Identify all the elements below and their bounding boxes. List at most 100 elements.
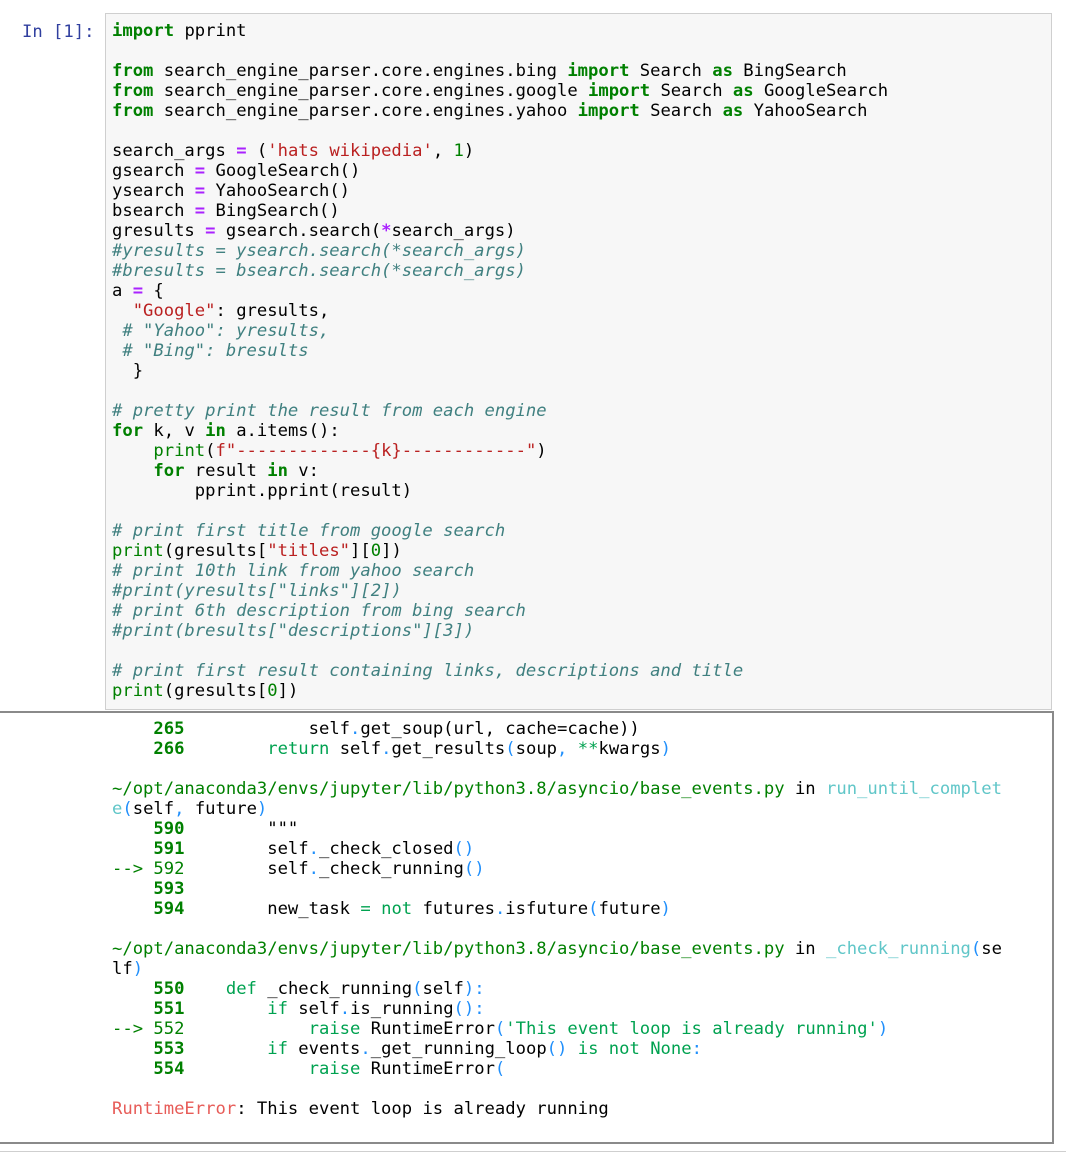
code-token: #bresults = bsearch.search(*search_args) [112, 261, 526, 281]
code-token: print [153, 441, 206, 461]
code-token: None [650, 1039, 692, 1059]
code-token: import [577, 101, 640, 121]
code-token: pprint [174, 21, 247, 41]
code-token: as [712, 61, 733, 81]
input-prompt: In [1]: [22, 22, 95, 42]
traceback-line: 591 self._check_closed() [112, 839, 1002, 859]
code-token: 'This event loop is already running' [505, 1019, 878, 1039]
code-line: from search_engine_parser.core.engines.g… [112, 81, 888, 101]
code-token: , [432, 141, 454, 161]
code-token: . [339, 999, 351, 1019]
code-token: ( [246, 141, 268, 161]
code-token: as [732, 81, 754, 101]
code-token: new_task [184, 899, 361, 919]
code-token: f"-------------{k}------------" [215, 441, 537, 461]
code-token: ]) [381, 541, 402, 561]
code-token: future [598, 899, 661, 919]
code-token: _check_closed [319, 839, 454, 859]
code-token: ( [588, 899, 599, 919]
code-line: print(f"-------------{k}------------") [112, 441, 888, 461]
code-token: gsearch.search( [215, 221, 382, 241]
code-line: print(gresults["titles"][0]) [112, 541, 888, 561]
code-token: raise [308, 1019, 361, 1039]
traceback-line: 266 return self.get_results(soup, **kwar… [112, 739, 1002, 759]
code-token: 266 [153, 739, 185, 759]
code-token: ( [505, 739, 516, 759]
traceback-line: lf) [112, 959, 1002, 979]
code-token: ) [132, 959, 144, 979]
code-token: _check_running [319, 859, 464, 879]
code-token: _check_running [256, 979, 413, 999]
code-line: search_args = ('hats wikipedia', 1) [112, 141, 888, 161]
code-token: from [112, 61, 154, 81]
code-token: . [381, 739, 392, 759]
code-line: } [112, 361, 888, 381]
code-token: self [422, 979, 464, 999]
code-token: ) [877, 1019, 889, 1039]
code-token: print [112, 681, 164, 701]
code-token: = [360, 899, 371, 919]
code-token: ][ [350, 541, 371, 561]
code-token: #print(bresults["descriptions"][3]) [112, 621, 475, 641]
code-token: def [225, 979, 257, 999]
traceback-line: 553 if events._get_running_loop() is not… [112, 1039, 1002, 1059]
code-token: ( [122, 799, 133, 819]
code-token: self [184, 859, 309, 879]
code-token: : gresults, [215, 301, 330, 321]
code-token: import [567, 61, 630, 81]
code-token: = [132, 281, 144, 301]
code-line: # print 10th link from yahoo search [112, 561, 888, 581]
code-token: is_running [350, 999, 454, 1019]
code-token: --> [112, 1019, 154, 1039]
code-token: 'hats wikipedia' [267, 141, 433, 161]
code-token: 593 [153, 879, 185, 899]
code-token: YahooSearch [743, 101, 868, 121]
code-token: pprint(result) [267, 481, 413, 501]
code-token: # print 10th link from yahoo search [112, 561, 475, 581]
code-token: . [360, 1039, 371, 1059]
code-token: . [494, 899, 506, 919]
code-token: not [608, 1039, 640, 1059]
code-token: Search [639, 101, 723, 121]
code-token: 594 [153, 899, 185, 919]
code-token: ]) [277, 681, 299, 701]
code-editor[interactable]: import pprint ​ from search_engine_parser.… [112, 21, 888, 701]
code-token: 550 [153, 979, 185, 999]
code-token: #yresults = ysearch.search(*search_args) [112, 241, 526, 261]
code-line: import pprint [112, 21, 888, 41]
traceback-line: e(self, future) [112, 799, 1002, 819]
code-token: a [225, 421, 247, 441]
code-token: BingSearch [732, 61, 847, 81]
code-token: 590 [153, 819, 185, 839]
code-token: for [112, 421, 144, 441]
code-token: _get_running_loop [370, 1039, 547, 1059]
code-token: lf [112, 959, 133, 979]
code-token: ) [660, 739, 671, 759]
code-line: ​ [112, 381, 888, 401]
code-token: future [184, 799, 257, 819]
code-token: items(): [256, 421, 340, 441]
code-token: search_engine_parser.core.engines.bing [153, 61, 568, 81]
code-token: RuntimeError [360, 1019, 495, 1039]
code-token: : [691, 1039, 702, 1059]
traceback-line: --> 592 self._check_running() [112, 859, 1002, 879]
code-token: soup [515, 739, 558, 759]
traceback-line: --> 552 raise RuntimeError('This event l… [112, 1019, 1002, 1039]
code-token: self [329, 739, 382, 759]
code-token: RuntimeError [112, 1099, 237, 1119]
code-token: 0 [370, 541, 382, 561]
code-line: bsearch = BingSearch() [112, 201, 888, 221]
code-token: self [184, 719, 351, 739]
code-token: = [194, 161, 206, 181]
code-line: # "Bing": bresults [112, 341, 888, 361]
code-token: "Google" [132, 301, 216, 321]
code-token: is [577, 1039, 599, 1059]
